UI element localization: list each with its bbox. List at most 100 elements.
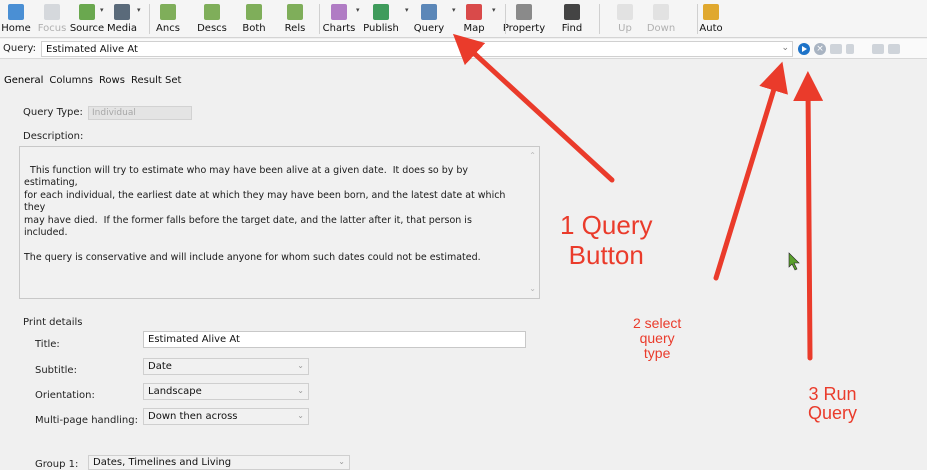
query-type-label: Query Type: xyxy=(23,107,83,118)
toolbar-label: Focus xyxy=(37,23,67,34)
tab-result-set[interactable]: Result Set xyxy=(131,75,182,89)
toolbar-label: Up xyxy=(618,23,632,34)
annotation-line: 3 Run xyxy=(808,384,857,404)
toolbar-label: Descs xyxy=(197,23,227,34)
toolbar-button-down: Down xyxy=(639,2,683,36)
toolbar-button-charts[interactable]: Charts xyxy=(317,2,361,36)
find-icon xyxy=(564,4,580,20)
toolbar-label: Charts xyxy=(322,23,356,34)
arrow-run-query xyxy=(793,71,824,361)
annotation-line: Query xyxy=(808,403,858,423)
toolbar-button-find[interactable]: Find xyxy=(550,2,594,36)
toolbar-label: Rels xyxy=(284,23,306,34)
source-icon xyxy=(79,4,95,20)
annotation-line: query xyxy=(639,330,675,346)
toolbar-label: Query xyxy=(413,23,445,34)
chevron-down-icon: ⌄ xyxy=(781,43,789,53)
arrow-select-query xyxy=(713,61,788,281)
annotation-line: type xyxy=(643,345,671,361)
export-icon[interactable] xyxy=(872,44,884,54)
group-select[interactable]: Dates, Timelines and Living ⌄ xyxy=(88,455,350,470)
toolbar-separator xyxy=(319,4,320,34)
print-query-icon[interactable] xyxy=(846,44,854,54)
ancestors-icon xyxy=(160,4,176,20)
annotation-run-query: 3 Run Query xyxy=(808,385,857,423)
both-icon xyxy=(246,4,262,20)
toolbar-separator xyxy=(697,4,698,34)
description-label: Description: xyxy=(23,131,84,142)
main-toolbar: Home Focus Source ▾ Media ▾ Ancs Descs Both Rels C… xyxy=(0,0,927,38)
auto-icon xyxy=(703,4,719,20)
tab-general[interactable]: General xyxy=(4,75,43,89)
query-label: Query: xyxy=(3,43,37,54)
annotation-select-query: 2 select query type xyxy=(633,316,681,361)
annotation-line: Button xyxy=(568,240,644,270)
chevron-down-icon: ⌄ xyxy=(297,386,304,395)
toolbar-label: Map xyxy=(463,23,485,34)
toolbar-button-property[interactable]: Property xyxy=(502,2,546,36)
property-icon xyxy=(516,4,532,20)
down-icon xyxy=(653,4,669,20)
stop-query-icon[interactable]: × xyxy=(814,43,826,55)
dropdown-caret-icon[interactable]: ▾ xyxy=(137,6,141,14)
relatives-icon xyxy=(287,4,303,20)
multipage-value: Down then across xyxy=(148,411,238,422)
query-select-value: Estimated Alive At xyxy=(46,44,138,55)
query-actions: × xyxy=(798,42,900,56)
group-value: Dates, Timelines and Living xyxy=(93,457,232,468)
toolbar-button-publish[interactable]: Publish xyxy=(359,2,403,36)
title-label: Title: xyxy=(35,339,60,350)
subtitle-select[interactable]: Date ⌄ xyxy=(143,358,309,375)
toolbar-separator xyxy=(149,4,150,34)
toolbar-separator xyxy=(599,4,600,34)
toolbar-label: Auto xyxy=(699,23,723,34)
annotation-line: 1 Query xyxy=(560,210,653,240)
orientation-label: Orientation: xyxy=(35,390,95,401)
toolbar-label: Down xyxy=(646,23,676,34)
query-select[interactable]: Estimated Alive At ⌄ xyxy=(41,41,793,57)
annotation-query-button: 1 Query Button xyxy=(560,210,653,270)
query-bar: Query: Estimated Alive At ⌄ × xyxy=(0,39,927,59)
toolbar-label: Publish xyxy=(363,23,399,34)
description-textarea[interactable]: This function will try to estimate who m… xyxy=(19,146,540,299)
run-query-icon[interactable] xyxy=(798,43,810,55)
toolbar-button-map[interactable]: Map xyxy=(452,2,496,36)
cursor-icon xyxy=(788,252,800,271)
scroll-up-icon[interactable]: ⌃ xyxy=(529,150,536,163)
toolbar-label: Find xyxy=(561,23,583,34)
query-type-field: Individual xyxy=(88,106,192,120)
chevron-down-icon: ⌄ xyxy=(297,361,304,370)
subtitle-label: Subtitle: xyxy=(35,365,77,376)
descendants-icon xyxy=(204,4,220,20)
toolbar-button-query[interactable]: Query xyxy=(407,2,451,36)
title-input[interactable]: Estimated Alive At xyxy=(143,331,526,348)
orientation-select[interactable]: Landscape ⌄ xyxy=(143,383,309,400)
charts-icon xyxy=(331,4,347,20)
query-icon xyxy=(421,4,437,20)
multipage-label: Multi-page handling: xyxy=(35,415,138,426)
save-query-icon[interactable] xyxy=(830,44,842,54)
toolbar-button-descs[interactable]: Descs xyxy=(190,2,234,36)
tab-columns[interactable]: Columns xyxy=(49,75,93,89)
tab-rows[interactable]: Rows xyxy=(99,75,125,89)
chevron-down-icon: ⌄ xyxy=(297,411,304,420)
home-icon xyxy=(8,4,24,20)
orientation-value: Landscape xyxy=(148,386,202,397)
publish-icon xyxy=(373,4,389,20)
toolbar-button-ancs[interactable]: Ancs xyxy=(146,2,190,36)
subtitle-value: Date xyxy=(148,361,172,372)
toolbar-separator xyxy=(505,4,506,34)
toolbar-button-auto[interactable]: Auto xyxy=(689,2,733,36)
toolbar-label: Ancs xyxy=(156,23,180,34)
focus-icon xyxy=(44,4,60,20)
media-icon xyxy=(114,4,130,20)
query-tabs: General Columns Rows Result Set xyxy=(4,75,181,89)
annotation-line: 2 select xyxy=(633,315,682,331)
layout-icon[interactable] xyxy=(888,44,900,54)
scroll-down-icon[interactable]: ⌄ xyxy=(529,283,536,296)
multipage-select[interactable]: Down then across ⌄ xyxy=(143,408,309,425)
map-icon xyxy=(466,4,482,20)
dropdown-caret-icon[interactable]: ▾ xyxy=(492,6,496,14)
toolbar-button-rels[interactable]: Rels xyxy=(273,2,317,36)
toolbar-button-both[interactable]: Both xyxy=(232,2,276,36)
